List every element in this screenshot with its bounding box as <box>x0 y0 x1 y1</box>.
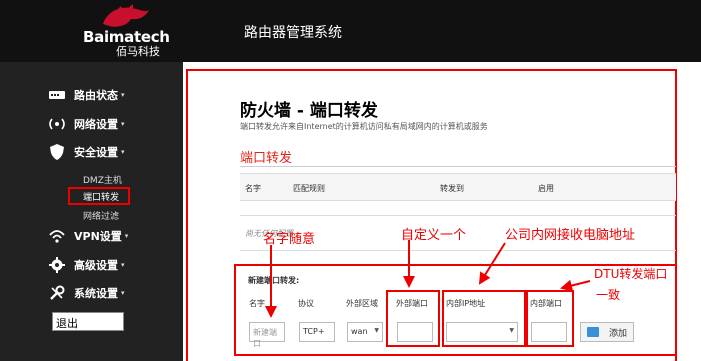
zone-value: wan <box>351 327 368 336</box>
sidebar-subitem-dmz[interactable]: DMZ主机 <box>83 173 122 186</box>
sidebar-item-label: 网络设置 <box>74 118 118 131</box>
add-icon <box>587 327 599 337</box>
page-title: 防火墙 - 端口转发 <box>240 101 378 121</box>
sidebar-item-label: VPN设置 <box>74 230 122 243</box>
annotation-dtu-line2: 一致 <box>596 288 621 302</box>
add-button[interactable]: 添加 <box>580 322 634 342</box>
sidebar-item-label: 系统设置 <box>74 287 118 300</box>
sidebar-item-advanced[interactable]: 高级设置 ▾ <box>48 256 125 274</box>
column-header: 启用 <box>538 184 554 193</box>
column-header: 匹配规则 <box>293 184 325 193</box>
wifi-icon <box>48 116 66 132</box>
sidebar-item-vpn[interactable]: VPN设置 ▾ <box>48 227 128 245</box>
shield-icon <box>48 144 66 160</box>
system-title: 路由器管理系统 <box>244 25 342 41</box>
chevron-down-icon: ▾ <box>124 232 129 240</box>
sidebar-item-system[interactable]: 系统设置 ▾ <box>48 284 125 302</box>
chevron-down-icon: ▾ <box>121 289 125 297</box>
new-section-title: 新建端口转发: <box>248 276 300 285</box>
sidebar-subitem-port-forward[interactable]: 端口转发 <box>68 187 130 205</box>
chevron-down-icon: ▾ <box>121 261 125 269</box>
gear-icon <box>48 257 66 273</box>
highlight-internal-port <box>526 290 574 347</box>
annotation-name: 名字随意 <box>263 232 316 247</box>
sidebar-item-network[interactable]: 网络设置 ▾ <box>48 115 125 133</box>
protocol-select[interactable]: TCP+ <box>299 322 335 342</box>
section-title: 端口转发 <box>240 151 293 166</box>
sidebar-subitem-filter[interactable]: 网络过滤 <box>83 209 119 222</box>
top-header: Baimatech 佰马科技 路由器管理系统 <box>0 0 701 62</box>
brand-logo: Baimatech 佰马科技 <box>0 0 183 62</box>
wrench-icon <box>48 285 66 301</box>
sidebar-item-label: 高级设置 <box>74 259 118 272</box>
section-divider <box>240 166 676 167</box>
chevron-down-icon: ▾ <box>121 120 125 128</box>
col-header-protocol: 协议 <box>298 299 314 308</box>
horse-logo-icon <box>103 4 149 27</box>
logout-button[interactable]: 退出 <box>52 312 124 331</box>
annotation-dtu-line1: DTU转发端口 <box>594 267 668 281</box>
sidebar-item-security[interactable]: 安全设置 ▾ <box>48 143 125 161</box>
status-icon <box>48 87 66 103</box>
brand-subtitle: 佰马科技 <box>116 45 160 58</box>
chevron-down-icon: ▾ <box>121 91 125 99</box>
sidebar-item-status[interactable]: 路由状态 ▾ <box>48 86 125 104</box>
highlight-ext-port <box>386 290 440 347</box>
highlight-internal-ip <box>442 290 526 347</box>
column-header: 名字 <box>245 184 261 193</box>
col-header-zone: 外部区域 <box>346 299 378 308</box>
annotation-ip: 公司内网接收电脑地址 <box>505 228 636 243</box>
chevron-down-icon: ▾ <box>121 148 125 156</box>
name-input[interactable]: 新建端口 <box>249 322 285 348</box>
vpn-icon <box>48 228 66 244</box>
sidebar-subitem-label: 端口转发 <box>83 193 120 203</box>
page-description: 端口转发允许来自Internet的计算机访问私有局域网内的计算机或服务 <box>240 122 488 131</box>
sidebar-item-label: 路由状态 <box>74 89 118 102</box>
table-header: 名字 匹配规则 转发到 启用 <box>240 173 676 201</box>
col-header-name: 名字 <box>249 299 265 308</box>
add-button-label: 添加 <box>609 328 628 339</box>
sidebar-item-label: 安全设置 <box>74 146 118 159</box>
dropdown-arrow-icon: ▼ <box>374 327 379 334</box>
protocol-value: TCP+ <box>303 327 325 336</box>
column-header: 转发到 <box>440 184 464 193</box>
zone-select[interactable]: wan ▼ <box>347 322 383 342</box>
annotation-ext-port: 自定义一个 <box>401 228 467 243</box>
